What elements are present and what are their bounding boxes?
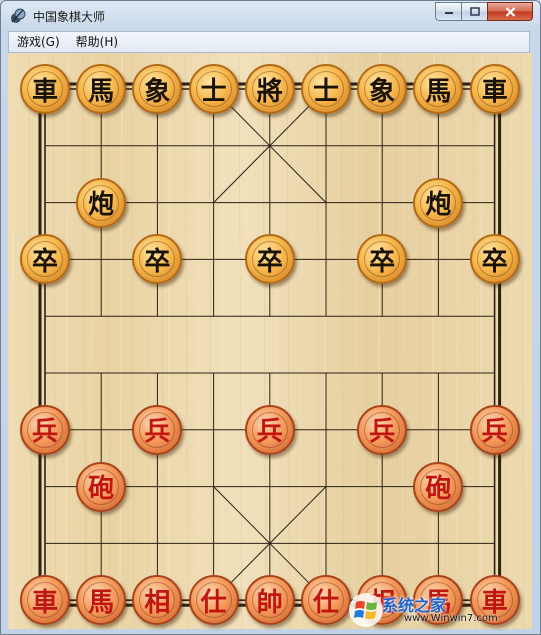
- piece-label: 卒: [144, 246, 171, 277]
- black-piece[interactable]: 士: [188, 64, 239, 114]
- piece-label: 車: [481, 76, 508, 107]
- title-bar[interactable]: 中国象棋大师: [1, 1, 540, 31]
- black-piece[interactable]: 炮: [76, 177, 127, 228]
- minimize-button[interactable]: [435, 2, 461, 21]
- piece-label: 兵: [31, 417, 58, 448]
- chess-board[interactable]: [8, 53, 532, 629]
- piece-label: 砲: [88, 474, 115, 505]
- piece-label: 炮: [88, 190, 115, 221]
- app-window: 中国象棋大师 游戏(G) 帮助(H) 車馬象士將士象馬車炮炮卒卒卒卒卒兵兵兵兵兵…: [0, 0, 541, 635]
- piece-label: 兵: [369, 417, 396, 448]
- menu-game[interactable]: 游戏(G): [9, 32, 68, 52]
- piece-label: 相: [144, 587, 171, 618]
- chess-app-icon: [11, 8, 26, 23]
- piece-label: 兵: [144, 417, 171, 448]
- piece-label: 士: [312, 76, 339, 107]
- red-piece[interactable]: 兵: [469, 404, 520, 455]
- black-piece[interactable]: 車: [20, 64, 70, 114]
- piece-label: 卒: [481, 246, 508, 277]
- piece-label: 卒: [369, 246, 396, 277]
- red-piece[interactable]: 仕: [188, 575, 239, 626]
- piece-label: 車: [31, 587, 58, 618]
- piece-label: 卒: [256, 246, 283, 277]
- piece-label: 帥: [256, 587, 283, 618]
- piece-label: 相: [369, 587, 396, 618]
- red-piece[interactable]: 帥: [244, 575, 295, 626]
- menu-bar: 游戏(G) 帮助(H): [8, 31, 530, 53]
- piece-label: 士: [200, 76, 227, 107]
- red-piece[interactable]: 仕: [301, 575, 351, 626]
- red-piece[interactable]: 砲: [413, 461, 464, 512]
- black-piece[interactable]: 象: [357, 64, 408, 114]
- piece-label: 炮: [425, 190, 452, 221]
- black-piece[interactable]: 馬: [76, 64, 127, 114]
- piece-label: 卒: [31, 246, 58, 277]
- red-piece[interactable]: 車: [469, 575, 520, 626]
- red-piece[interactable]: 砲: [76, 461, 127, 512]
- close-button[interactable]: [487, 2, 533, 21]
- red-piece[interactable]: 車: [20, 575, 70, 626]
- piece-label: 將: [256, 76, 283, 107]
- piece-label: 車: [481, 587, 508, 618]
- piece-label: 象: [144, 76, 171, 107]
- piece-label: 馬: [425, 76, 452, 107]
- menu-help[interactable]: 帮助(H): [68, 32, 126, 52]
- black-piece[interactable]: 卒: [244, 234, 295, 285]
- piece-label: 馬: [88, 76, 115, 107]
- piece-label: 馬: [425, 587, 452, 618]
- black-piece[interactable]: 車: [469, 64, 520, 114]
- black-piece[interactable]: 士: [301, 64, 351, 114]
- red-piece[interactable]: 兵: [20, 404, 70, 455]
- black-piece[interactable]: 卒: [469, 234, 520, 285]
- window-title: 中国象棋大师: [33, 10, 106, 24]
- maximize-button[interactable]: [461, 2, 487, 21]
- piece-label: 象: [369, 76, 396, 107]
- close-icon: [505, 6, 515, 17]
- piece-label: 仕: [200, 587, 227, 618]
- minimize-icon: [444, 11, 453, 14]
- piece-label: 車: [31, 76, 58, 107]
- black-piece[interactable]: 將: [244, 64, 295, 114]
- piece-label: 兵: [256, 417, 283, 448]
- piece-label: 仕: [312, 587, 339, 618]
- chess-board-area[interactable]: 車馬象士將士象馬車炮炮卒卒卒卒卒兵兵兵兵兵砲砲車馬相仕帥仕相馬車: [8, 53, 532, 629]
- piece-label: 兵: [481, 417, 508, 448]
- black-piece[interactable]: 炮: [413, 177, 464, 228]
- red-piece[interactable]: 兵: [132, 404, 183, 455]
- maximize-icon: [469, 7, 480, 16]
- piece-label: 砲: [425, 474, 452, 505]
- red-piece[interactable]: 兵: [357, 404, 408, 455]
- piece-label: 馬: [88, 587, 115, 618]
- window-controls: [435, 2, 533, 21]
- red-piece[interactable]: 兵: [244, 404, 295, 455]
